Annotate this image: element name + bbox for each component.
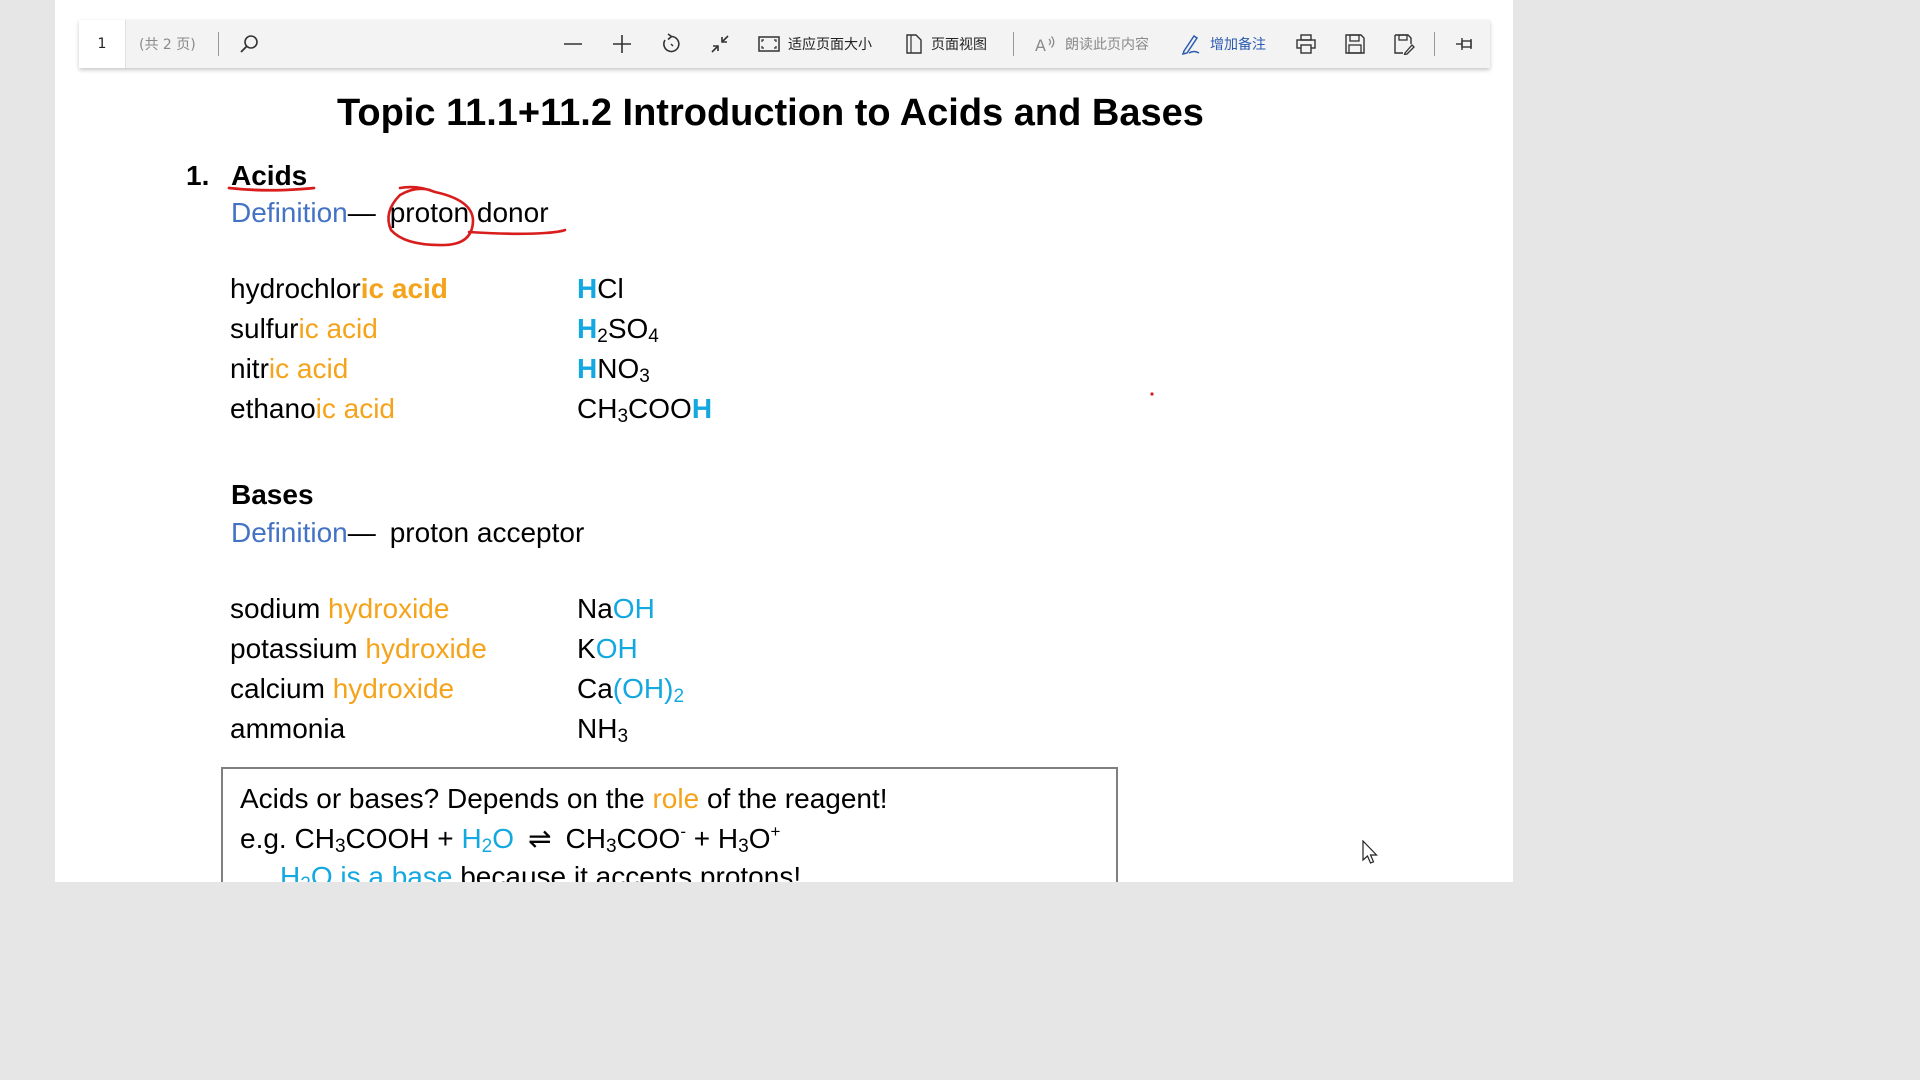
note-box: Acids or bases? Depends on the role of t… [221, 767, 1118, 882]
page-view-icon [905, 34, 923, 54]
note-line-3: H2O is a base because it accepts protons… [280, 861, 802, 882]
search-icon[interactable] [237, 32, 261, 56]
fit-page-icon [758, 35, 780, 53]
exit-fullscreen-icon[interactable] [708, 32, 732, 56]
compound-name: potassium hydroxide [230, 633, 487, 664]
compound-formula: H2SO4 [577, 313, 659, 347]
rotate-icon[interactable] [659, 32, 683, 56]
compound-name: sulfuric acid [230, 313, 378, 344]
save-as-icon[interactable] [1392, 32, 1416, 56]
document-title: Topic 11.1+11.2 Introduction to Acids an… [337, 92, 1204, 134]
toolbar-divider [1013, 32, 1014, 56]
page-number-input[interactable]: 1 [79, 20, 126, 68]
compound-name: ethanoic acid [230, 393, 396, 424]
pin-icon[interactable] [1453, 32, 1477, 56]
bases-heading: Bases [231, 479, 314, 510]
donor-underline [467, 228, 567, 236]
compound-name: nitric acid [230, 353, 349, 384]
compound-formula: KOH [577, 633, 638, 664]
zoom-in-icon[interactable] [610, 32, 634, 56]
compound-name: sodium hydroxide [230, 593, 450, 624]
ink-dot [1150, 392, 1154, 396]
definition-dash: — [347, 197, 376, 228]
mouse-cursor [1362, 839, 1380, 871]
definition-word: Definition [231, 517, 348, 548]
zoom-out-icon[interactable] [561, 32, 585, 56]
compound-formula: HCl [577, 273, 624, 304]
compound-formula: NH3 [577, 713, 629, 747]
section-number: 1. [186, 160, 210, 191]
fit-page-button[interactable]: 适应页面大小 [758, 20, 872, 68]
pdf-toolbar: 1 (共 2 页) 适应页面大小 页面视图 A 朗读此页内容 增加备注 [79, 20, 1490, 68]
definition-text: proton acceptor [389, 517, 585, 548]
page-view-button[interactable]: 页面视图 [905, 20, 987, 68]
equilibrium-arrow: ⇌ [528, 823, 552, 854]
save-icon[interactable] [1343, 32, 1367, 56]
note-line-1: Acids or bases? Depends on the role of t… [240, 783, 888, 814]
read-aloud-button[interactable]: A 朗读此页内容 [1035, 20, 1149, 68]
definition-word: Definition [231, 197, 348, 228]
compound-name: ammonia [230, 713, 346, 744]
bases-definition: Definition— proton acceptor [231, 517, 584, 549]
pen-icon [1180, 33, 1202, 55]
compound-formula: NaOH [577, 593, 655, 624]
toolbar-divider [1434, 32, 1435, 56]
compound-name: calcium hydroxide [230, 673, 455, 704]
definition-text: proton donor [389, 197, 549, 228]
compound-name: hydrochloric acid [230, 273, 448, 304]
note-line-2: e.g. CH3COOH + H2O ⇌ CH3COO- + H3O+ [240, 822, 781, 857]
svg-text:A: A [1035, 36, 1046, 54]
compound-formula: CH3COOH [577, 393, 713, 427]
document-page: 1 (共 2 页) 适应页面大小 页面视图 A 朗读此页内容 增加备注 Topi… [55, 0, 1513, 882]
definition-dash: — [347, 517, 376, 548]
add-note-button[interactable]: 增加备注 [1180, 20, 1266, 68]
acids-heading: Acids [231, 160, 308, 191]
toolbar-divider [218, 32, 219, 56]
print-icon[interactable] [1294, 32, 1318, 56]
compound-formula: Ca(OH)2 [577, 673, 685, 707]
read-aloud-icon: A [1035, 34, 1057, 54]
compound-formula: HNO3 [577, 353, 650, 387]
acids-definition: Definition— proton donor [231, 197, 549, 229]
page-count: (共 2 页) [139, 37, 196, 53]
